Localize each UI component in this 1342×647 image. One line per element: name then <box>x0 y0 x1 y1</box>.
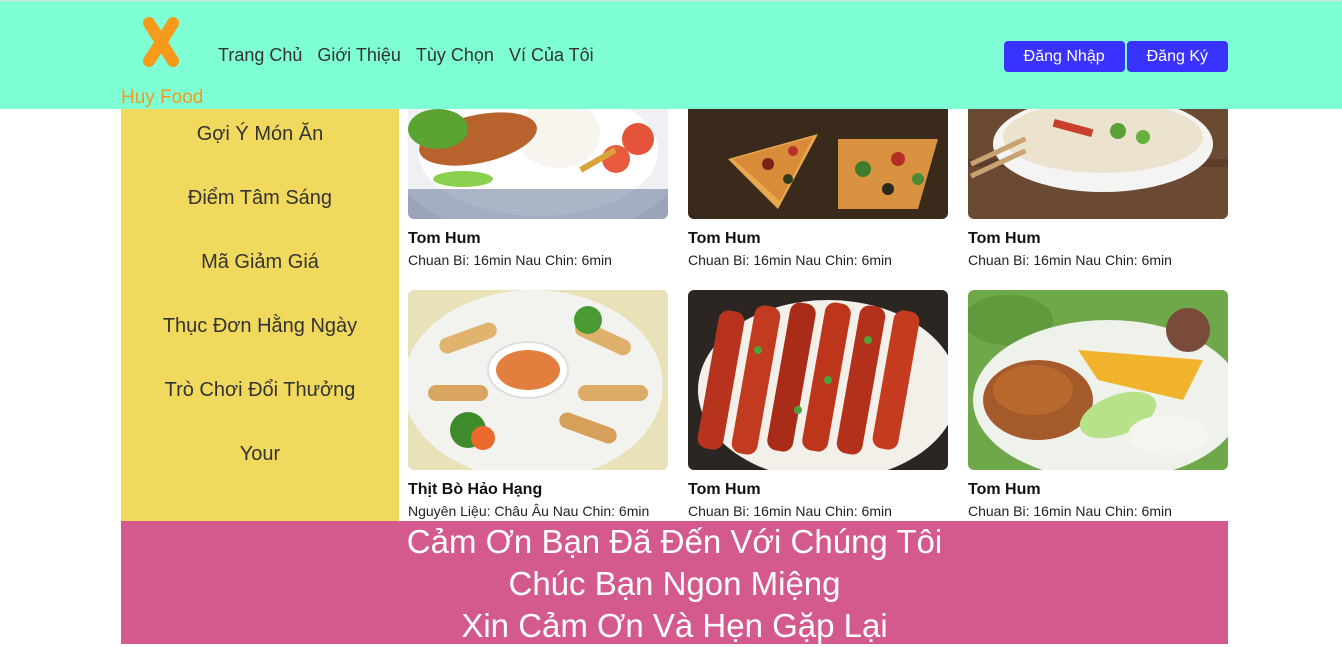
card-meta: Chuan Bi: 16min Nau Chin: 6min <box>688 503 892 519</box>
card-meta: Chuan Bi: 16min Nau Chin: 6min <box>968 503 1172 519</box>
sidebar-item-tro-choi[interactable]: Trò Chơi Đổi Thưởng <box>121 379 399 402</box>
register-button[interactable]: Đăng Ký <box>1126 41 1228 72</box>
nav-tuy-chon[interactable]: Tùy Chọn <box>416 45 494 66</box>
card-title: Thịt Bò Hảo Hạng <box>408 481 543 498</box>
brand-name: Huy Food <box>121 87 204 108</box>
footer-line-1: Cảm Ơn Bạn Đã Đến Với Chúng Tôi <box>406 523 943 560</box>
broken-rice-pork-photo <box>968 290 1228 470</box>
nav-vi-cua-toi[interactable]: Ví Của Tôi <box>509 45 594 66</box>
food-card[interactable]: Tom Hum Chuan Bi: 16min Nau Chin: 6min <box>968 290 1228 519</box>
card-title: Tom Hum <box>968 230 1041 247</box>
card-title: Tom Hum <box>688 230 761 247</box>
sidebar-item-diem-tam[interactable]: Điểm Tâm Sáng <box>121 187 399 210</box>
footer-line-2: Chúc Bạn Ngon Miệng <box>508 565 841 602</box>
login-button[interactable]: Đăng Nhập <box>1003 41 1125 72</box>
sidebar-item-ma-giam-gia[interactable]: Mã Giảm Giá <box>121 251 399 274</box>
spring-rolls-photo <box>408 290 668 470</box>
footer-banner: Cảm Ơn Bạn Đã Đến Với Chúng Tôi Chúc Bạn… <box>121 521 1228 644</box>
sidebar: Gợi Ý Món Ăn Điểm Tâm Sáng Mã Giảm Giá T… <box>121 109 399 521</box>
card-title: Tom Hum <box>968 481 1041 498</box>
nav-gioi-thieu[interactable]: Giới Thiệu <box>317 45 401 66</box>
card-meta: Chuan Bi: 16min Nau Chin: 6min <box>688 252 892 268</box>
card-title: Tom Hum <box>408 230 481 247</box>
card-meta: Chuan Bi: 16min Nau Chin: 6min <box>968 252 1172 268</box>
sidebar-item-your[interactable]: Your <box>121 443 399 466</box>
footer-line-3: Xin Cảm Ơn Và Hẹn Gặp Lại <box>461 607 888 644</box>
grilled-skewers-photo <box>688 290 948 470</box>
sidebar-item-thuc-don[interactable]: Thục Đơn Hằng Ngày <box>121 315 399 338</box>
auth-buttons: Đăng Nhập Đăng Ký <box>1003 41 1228 72</box>
food-card[interactable]: Thịt Bò Hảo Hạng Nguyên Liệu: Châu Âu Na… <box>408 290 668 519</box>
card-title: Tom Hum <box>688 481 761 498</box>
main-nav: Trang Chủ Giới Thiệu Tùy Chọn Ví Của Tôi <box>218 45 594 66</box>
sidebar-item-goi-y[interactable]: Gợi Ý Món Ăn <box>121 123 399 146</box>
nav-trang-chu[interactable]: Trang Chủ <box>218 45 302 66</box>
food-card[interactable]: Tom Hum Chuan Bi: 16min Nau Chin: 6min <box>688 290 948 519</box>
header: Huy Food Trang Chủ Giới Thiệu Tùy Chọn V… <box>0 0 1342 109</box>
card-meta: Nguyên Liệu: Châu Âu Nau Chin: 6min <box>408 503 650 519</box>
logo-icon[interactable] <box>140 15 182 69</box>
card-meta: Chuan Bi: 16min Nau Chin: 6min <box>408 252 612 268</box>
